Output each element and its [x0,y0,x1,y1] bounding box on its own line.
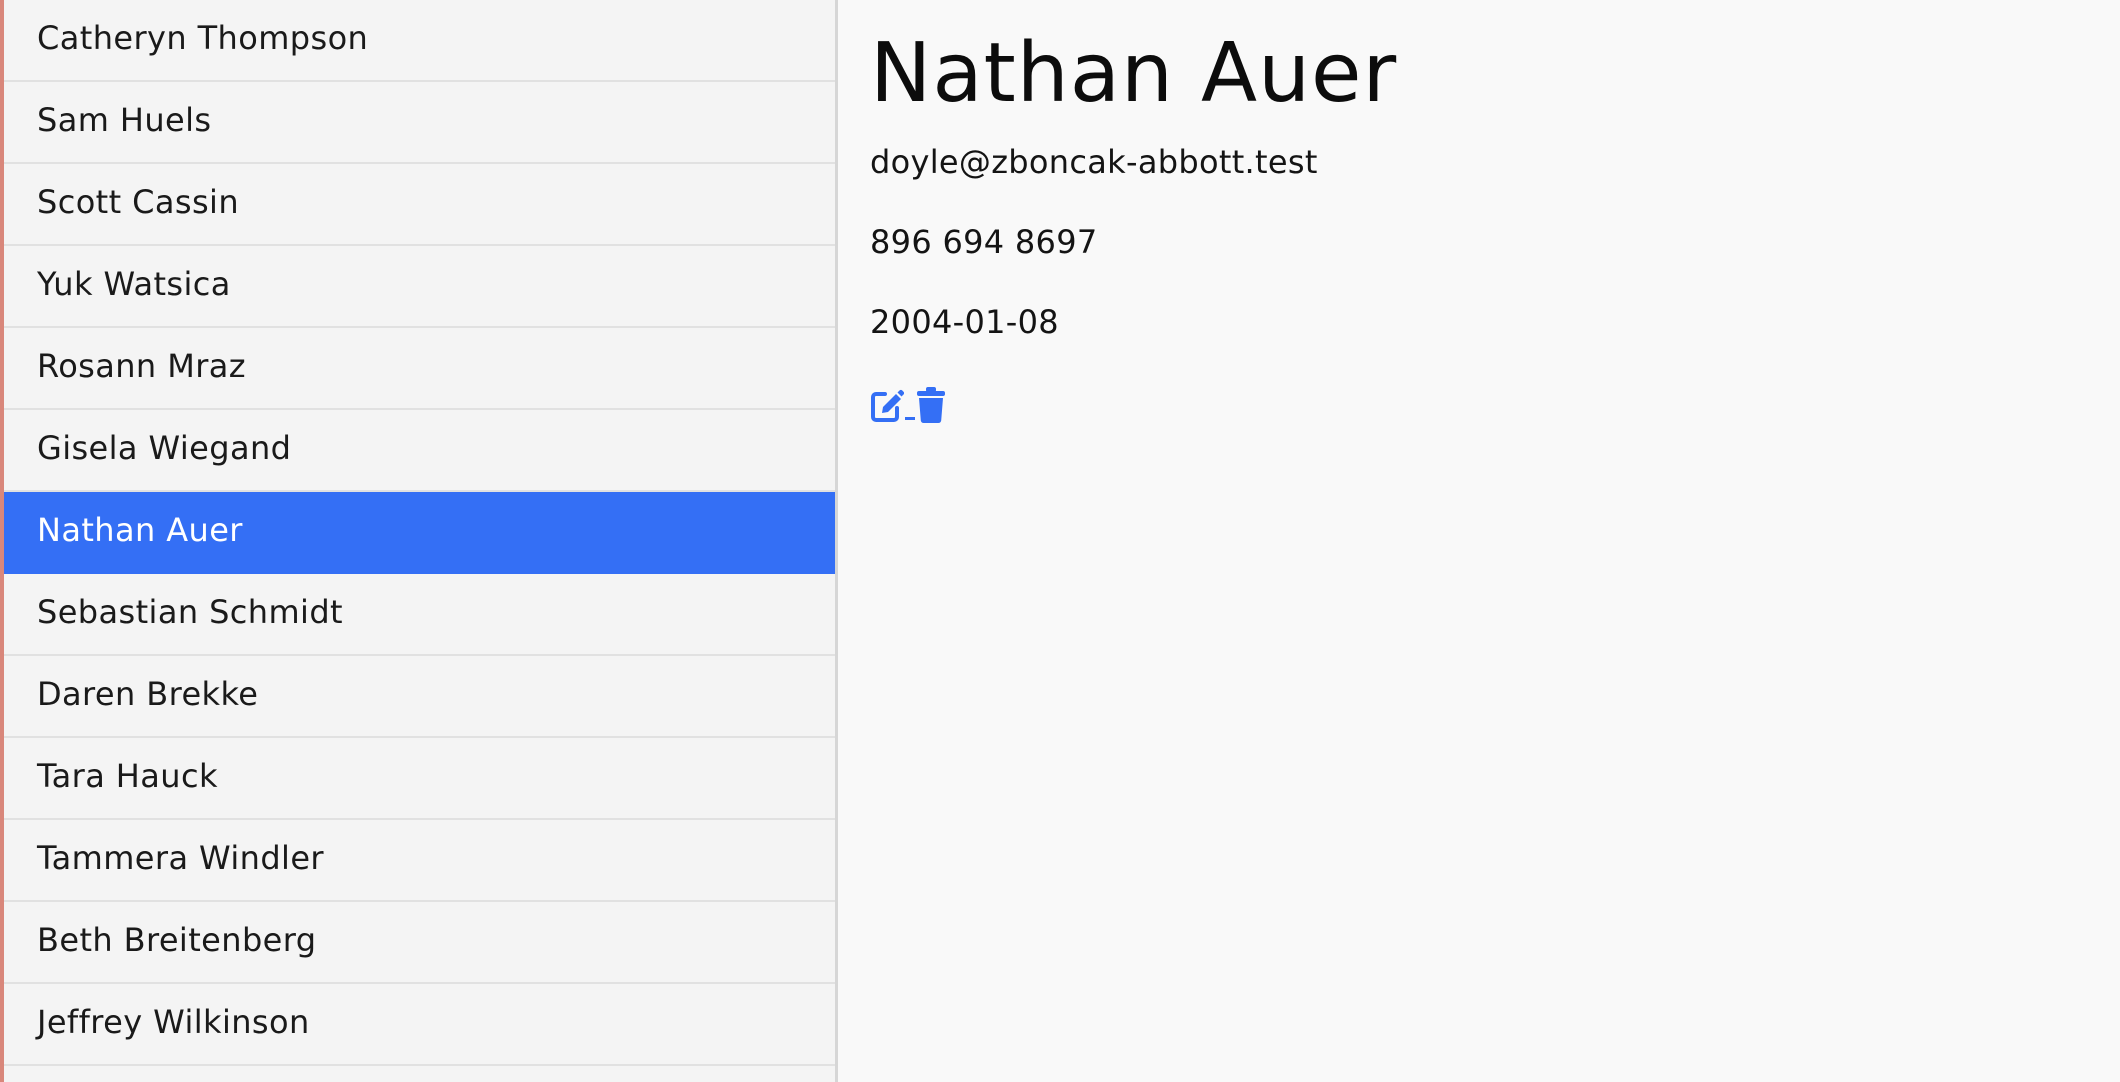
contact-list-item[interactable]: Yuk Watsica [4,246,835,328]
contact-list-item[interactable]: Catheryn Thompson [4,0,835,82]
contact-list: Catheryn Thompson Sam Huels Scott Cassin… [4,0,835,1066]
contact-list-item[interactable]: Daren Brekke [4,656,835,738]
contact-list-item[interactable]: Gisela Wiegand [4,410,835,492]
app-window: Catheryn Thompson Sam Huels Scott Cassin… [0,0,2120,1082]
contact-list-item[interactable]: Tara Hauck [4,738,835,820]
contact-email: doyle@zboncak-abbott.test [870,143,1318,181]
edit-button[interactable] [870,388,904,424]
edit-link-underline [905,417,915,420]
contact-list-item[interactable]: Beth Breitenberg [4,902,835,984]
edit-icon [871,389,904,422]
delete-button[interactable] [916,386,946,424]
contact-list-item[interactable]: Scott Cassin [4,164,835,246]
contact-sidebar[interactable]: Catheryn Thompson Sam Huels Scott Cassin… [4,0,838,1082]
trash-icon [917,387,945,424]
contact-list-item[interactable]: Tammera Windler [4,820,835,902]
contact-list-item[interactable]: Nathan Auer [4,492,835,574]
contact-list-item[interactable]: Sebastian Schmidt [4,574,835,656]
contact-date: 2004-01-08 [870,303,1059,341]
contact-list-item[interactable]: Sam Huels [4,82,835,164]
contact-list-item[interactable]: Jeffrey Wilkinson [4,984,835,1066]
contact-detail-panel: Nathan Auer doyle@zboncak-abbott.test 89… [870,0,2090,1082]
contact-phone: 896 694 8697 [870,223,1098,261]
contact-actions [870,384,946,424]
contact-list-item[interactable]: Rosann Mraz [4,328,835,410]
contact-name-heading: Nathan Auer [870,26,1398,121]
